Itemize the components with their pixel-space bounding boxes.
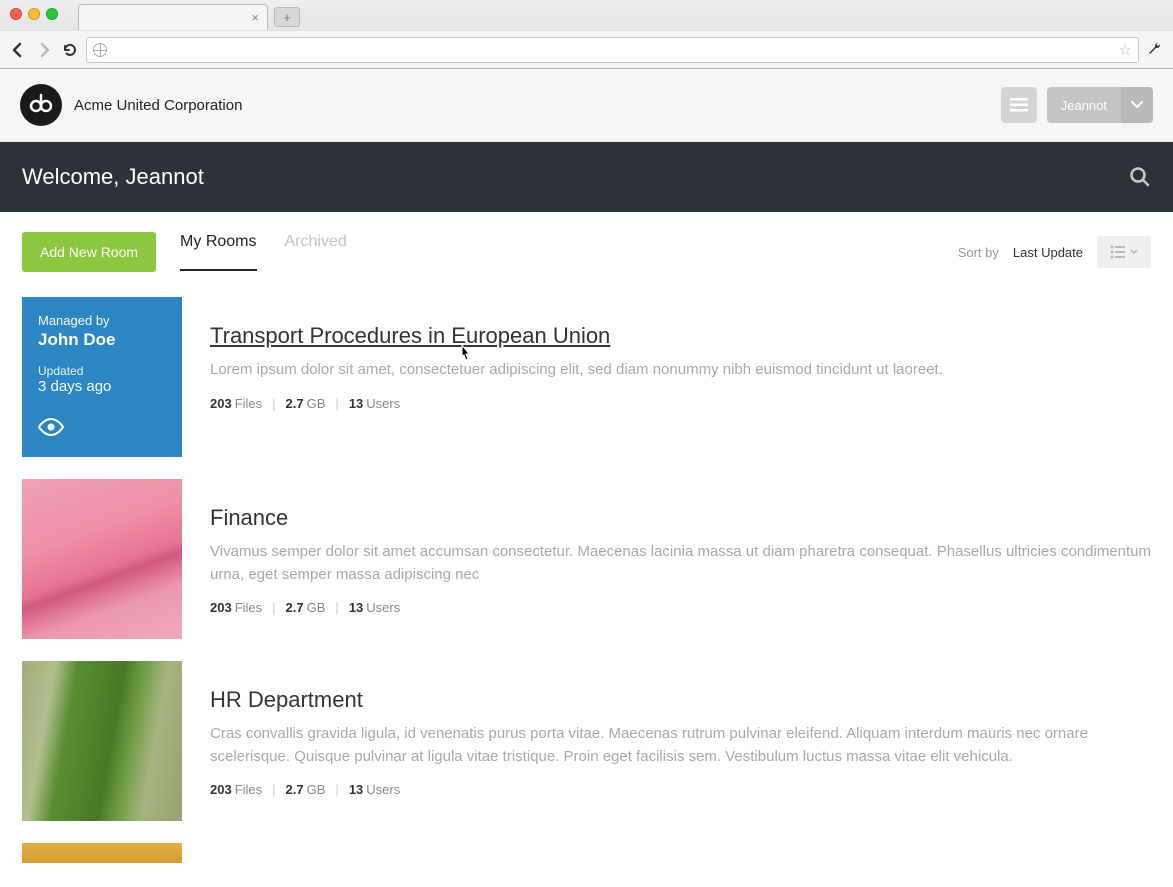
window-minimize-button[interactable] — [28, 8, 40, 20]
bookmark-star-icon[interactable]: ☆ — [1119, 41, 1132, 59]
room-description: Lorem ipsum dolor sit amet, consectetuer… — [210, 359, 1151, 382]
stat-size-value: 2.7 — [286, 396, 304, 411]
search-button[interactable] — [1129, 166, 1151, 188]
tab-archived[interactable]: Archived — [285, 233, 347, 271]
stat-size-label: GB — [307, 600, 326, 615]
room-title[interactable]: HR Department — [210, 687, 1151, 713]
welcome-bar: Welcome, Jeannot — [0, 142, 1173, 212]
forward-button[interactable] — [34, 40, 54, 60]
stat-size-value: 2.7 — [286, 600, 304, 615]
stat-files-count: 203 — [210, 396, 232, 411]
room-thumbnail[interactable]: Managed by John Doe Updated 3 days ago — [22, 297, 182, 457]
controls-row: Add New Room My Rooms Archived Sort by L… — [0, 212, 1173, 272]
room-thumbnail[interactable] — [22, 843, 182, 863]
hamburger-icon — [1010, 98, 1028, 112]
new-tab-button[interactable]: + — [274, 7, 300, 27]
room-description: Vivamus semper dolor sit amet accumsan c… — [210, 541, 1151, 586]
globe-icon — [93, 43, 107, 57]
room-stats: 203Files | 2.7GB | 13Users — [210, 600, 1151, 615]
window-controls — [10, 8, 58, 20]
room-thumbnail[interactable] — [22, 479, 182, 639]
back-button[interactable] — [8, 40, 28, 60]
room-stats: 203Files | 2.7GB | 13Users — [210, 396, 1151, 411]
room-title[interactable]: Finance — [210, 505, 1151, 531]
stat-files-label: Files — [235, 782, 262, 797]
room-thumbnail[interactable] — [22, 661, 182, 821]
stat-users-label: Users — [366, 600, 400, 615]
stat-users-count: 13 — [349, 396, 363, 411]
room-item: HR Department Cras convallis gravida lig… — [22, 661, 1151, 821]
chevron-down-icon — [1130, 249, 1138, 255]
stat-files-label: Files — [235, 600, 262, 615]
browser-tab[interactable]: × — [78, 4, 268, 30]
app-header: Acme United Corporation Jeannot — [0, 69, 1173, 142]
settings-wrench-icon[interactable] — [1145, 40, 1165, 60]
window-close-button[interactable] — [10, 8, 22, 20]
close-icon[interactable]: × — [251, 10, 259, 25]
stat-users-count: 13 — [349, 782, 363, 797]
add-new-room-button[interactable]: Add New Room — [22, 232, 156, 272]
window-zoom-button[interactable] — [46, 8, 58, 20]
room-stats: 203Files | 2.7GB | 13Users — [210, 782, 1151, 797]
welcome-text: Welcome, Jeannot — [22, 164, 204, 190]
room-title[interactable]: Transport Procedures in European Union — [210, 323, 1151, 349]
list-view-icon — [1110, 245, 1126, 259]
manager-name: John Doe — [38, 330, 166, 350]
view-toggle[interactable] — [1097, 236, 1151, 268]
stat-files-label: Files — [235, 396, 262, 411]
sort-value[interactable]: Last Update — [1013, 245, 1083, 260]
address-bar[interactable]: ☆ — [86, 37, 1139, 63]
rooms-list: Managed by John Doe Updated 3 days ago T… — [0, 273, 1173, 887]
user-menu[interactable]: Jeannot — [1047, 87, 1153, 123]
managed-by-label: Managed by — [38, 313, 166, 328]
stat-size-value: 2.7 — [286, 782, 304, 797]
tabs-nav: My Rooms Archived — [180, 233, 347, 271]
reload-button[interactable] — [60, 40, 80, 60]
user-name: Jeannot — [1047, 98, 1121, 113]
room-item: Managed by John Doe Updated 3 days ago T… — [22, 297, 1151, 457]
stat-users-count: 13 — [349, 600, 363, 615]
tab-my-rooms[interactable]: My Rooms — [180, 233, 256, 271]
hamburger-menu-button[interactable] — [1001, 87, 1037, 123]
stat-users-label: Users — [366, 396, 400, 411]
brand[interactable]: Acme United Corporation — [20, 84, 242, 126]
brand-logo-icon — [20, 84, 62, 126]
stat-size-label: GB — [307, 782, 326, 797]
search-icon — [1129, 166, 1151, 188]
stat-users-label: Users — [366, 782, 400, 797]
stat-size-label: GB — [307, 396, 326, 411]
chevron-down-icon — [1121, 87, 1153, 123]
room-description: Cras convallis gravida ligula, id venena… — [210, 723, 1151, 768]
browser-chrome: × + ☆ — [0, 0, 1173, 69]
company-name: Acme United Corporation — [74, 97, 242, 114]
updated-label: Updated — [38, 364, 166, 378]
eye-icon — [38, 418, 166, 441]
room-item: Finance Vivamus semper dolor sit amet ac… — [22, 479, 1151, 639]
sort-label: Sort by — [958, 245, 999, 260]
updated-value: 3 days ago — [38, 378, 166, 395]
stat-files-count: 203 — [210, 600, 232, 615]
room-item — [22, 843, 1151, 863]
stat-files-count: 203 — [210, 782, 232, 797]
